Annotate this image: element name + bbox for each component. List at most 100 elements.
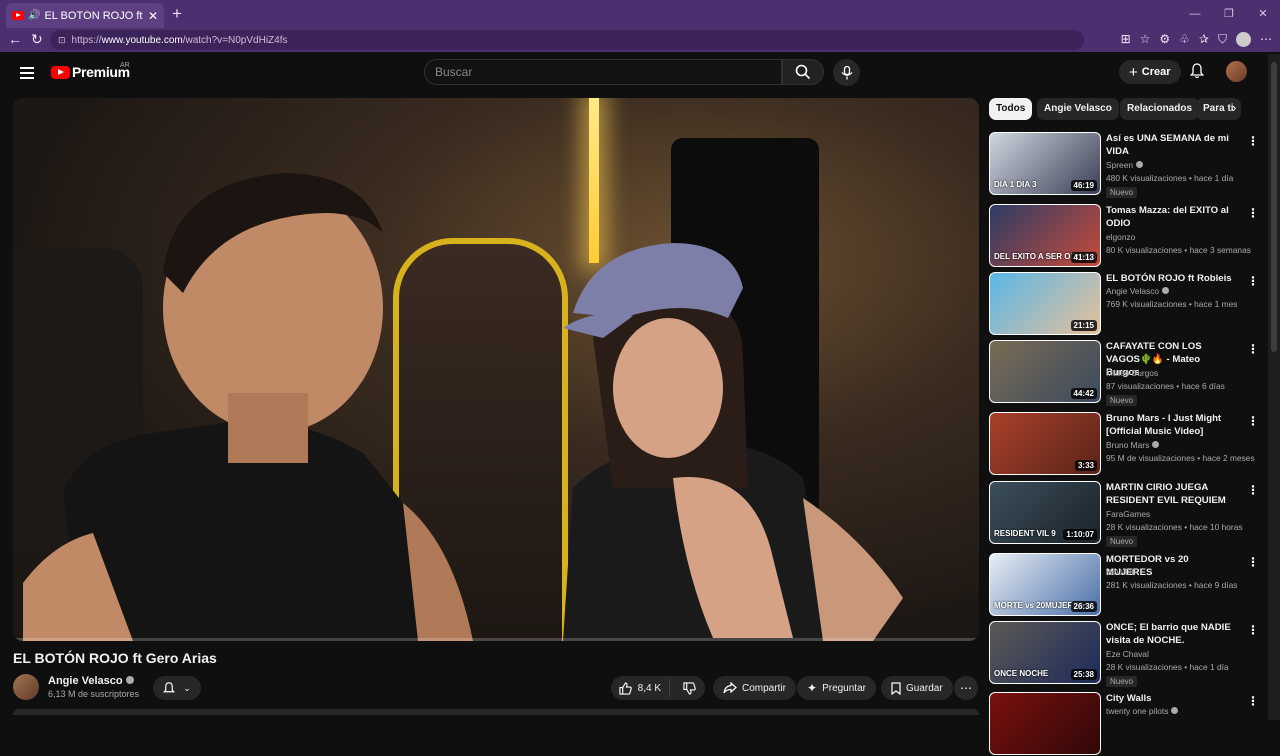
- channel-name[interactable]: Angie Velasco: [48, 675, 134, 687]
- video-duration: 25:38: [1070, 669, 1097, 680]
- extensions-icon[interactable]: ⚙: [1159, 32, 1170, 47]
- recommendation-channel[interactable]: elgonzo: [1106, 232, 1135, 242]
- recommendation-title[interactable]: EL BOTÓN ROJO ft Robleis: [1106, 272, 1234, 285]
- subscribed-notifications-button[interactable]: ⌄: [153, 676, 201, 700]
- recommendation-channel[interactable]: Mateo Burgos: [1106, 368, 1158, 378]
- browser-toolbar: ← ↻ ⊡ https://www.youtube.com/watch?v=N0…: [0, 28, 1280, 52]
- video-thumbnail[interactable]: 44:42: [989, 340, 1101, 403]
- video-player[interactable]: [13, 98, 979, 641]
- hamburger-menu-icon[interactable]: [20, 67, 34, 82]
- chip-channel[interactable]: Angie Velasco: [1037, 98, 1119, 120]
- profile-avatar[interactable]: [1236, 32, 1251, 47]
- reader-icon[interactable]: ⊞: [1121, 32, 1131, 47]
- restore-button[interactable]: ❐: [1212, 0, 1246, 28]
- url-path: /watch?v=N0pVdHiZ4fs: [182, 34, 288, 46]
- site-info-icon[interactable]: ⊡: [58, 35, 66, 46]
- recommendation-item[interactable]: 44:42 CAFAYATE CON LOS VAGOS🌵🔥 - Mateo Bu…: [989, 340, 1259, 406]
- copilot-icon[interactable]: ♧: [1179, 32, 1190, 47]
- minimize-button[interactable]: —: [1178, 0, 1212, 28]
- recommendation-item[interactable]: MORTE vs 20MUJERES 26:36 MORTEDOR vs 20 MU…: [989, 553, 1259, 617]
- like-button[interactable]: 8,4 K: [611, 679, 670, 697]
- recommendation-item[interactable]: City Walls twenty one pilots ⋮: [989, 692, 1259, 756]
- recommendation-item[interactable]: DEL EXITO A SER ODIADO 41:13 Tomas Mazza: …: [989, 204, 1259, 268]
- recommendation-item[interactable]: 21:15 EL BOTÓN ROJO ft Robleis Angie Velas…: [989, 272, 1259, 336]
- recommendation-channel-name: Angie Velasco: [1106, 286, 1160, 296]
- search-button[interactable]: [782, 59, 824, 85]
- ask-button[interactable]: ✦ Preguntar: [797, 676, 876, 700]
- channel-avatar[interactable]: [13, 674, 39, 700]
- back-icon[interactable]: ←: [8, 31, 22, 47]
- more-actions-button[interactable]: ⋯: [954, 676, 978, 700]
- more-vertical-icon[interactable]: ⋮: [1247, 134, 1259, 148]
- video-thumbnail[interactable]: 21:15: [989, 272, 1101, 335]
- notifications-bell-icon[interactable]: [1189, 63, 1205, 84]
- video-thumbnail[interactable]: 3:33: [989, 412, 1101, 475]
- video-thumbnail[interactable]: [989, 692, 1101, 755]
- more-vertical-icon[interactable]: ⋮: [1247, 206, 1259, 220]
- recommendation-title[interactable]: Tomas Mazza: del EXITO al ODIO: [1106, 204, 1234, 230]
- share-button[interactable]: Compartir: [713, 676, 796, 700]
- description-box-edge[interactable]: [13, 709, 979, 715]
- recommendation-title[interactable]: MARTIN CIRIO JUEGA RESIDENT EVIL REQUIEM: [1106, 481, 1234, 507]
- favorite-star-icon[interactable]: ☆: [1140, 32, 1151, 47]
- video-thumbnail[interactable]: RESIDENT VIL 9 1:10:07: [989, 481, 1101, 544]
- more-vertical-icon[interactable]: ⋮: [1247, 342, 1259, 356]
- chip-todos[interactable]: Todos: [989, 98, 1033, 120]
- recommendation-channel[interactable]: WANDII: [1106, 567, 1136, 577]
- youtube-page: Premium AR Buscar + Crear EL BOTÓN ROJO …: [4, 54, 1268, 755]
- address-bar[interactable]: ⊡ https://www.youtube.com/watch?v=N0pVdH…: [50, 30, 1084, 50]
- create-button[interactable]: + Crear: [1119, 60, 1181, 84]
- recommendation-title[interactable]: ONCE; El barrio que NADIE visita de NOCH…: [1106, 621, 1234, 647]
- voice-search-button[interactable]: [833, 59, 860, 86]
- plus-icon: +: [1129, 63, 1138, 81]
- close-tab-icon[interactable]: ✕: [148, 9, 158, 23]
- url-scheme: https://: [71, 34, 102, 46]
- more-vertical-icon[interactable]: ⋮: [1247, 694, 1259, 708]
- video-thumbnail[interactable]: ONCE NOCHE 25:38: [989, 621, 1101, 684]
- scrollbar-thumb[interactable]: [1271, 62, 1277, 352]
- youtube-premium-logo[interactable]: Premium AR: [51, 62, 130, 80]
- bell-icon: [163, 681, 176, 692]
- recommendation-channel[interactable]: FaraGames: [1106, 509, 1150, 519]
- more-vertical-icon[interactable]: ⋮: [1247, 483, 1259, 497]
- filter-chips: Todos Angie Velasco Relacionados Para ti: [989, 98, 1257, 120]
- recommendation-item[interactable]: ONCE NOCHE 25:38 ONCE; El barrio que NADIE…: [989, 621, 1259, 687]
- search-input[interactable]: Buscar: [424, 59, 782, 85]
- dislike-button[interactable]: [675, 681, 705, 695]
- more-vertical-icon[interactable]: ⋮: [1247, 414, 1259, 428]
- video-progress-bar[interactable]: [13, 638, 979, 641]
- new-tab-button[interactable]: +: [172, 4, 182, 24]
- recommendation-channel[interactable]: Eze Chaval: [1106, 649, 1149, 659]
- chip-related[interactable]: Relacionados: [1120, 98, 1200, 120]
- menu-dots-icon[interactable]: ⋯: [1260, 32, 1272, 47]
- reload-icon[interactable]: ↻: [31, 31, 43, 48]
- recommendation-channel[interactable]: Bruno Mars: [1106, 440, 1160, 450]
- video-thumbnail[interactable]: DEL EXITO A SER ODIADO 41:13: [989, 204, 1101, 267]
- more-vertical-icon[interactable]: ⋮: [1247, 274, 1259, 288]
- recommendation-title[interactable]: Bruno Mars - I Just Might [Official Musi…: [1106, 412, 1234, 438]
- more-vertical-icon[interactable]: ⋮: [1247, 555, 1259, 569]
- video-thumbnail[interactable]: MORTE vs 20MUJERES 26:36: [989, 553, 1101, 616]
- recommendation-channel[interactable]: twenty one pilots: [1106, 706, 1179, 716]
- browser-tab[interactable]: 🔊 EL BOTÓN ROJO ft Gero Arias ✕: [6, 3, 164, 28]
- page-scrollbar[interactable]: [1268, 54, 1280, 720]
- recommendation-item[interactable]: DIA 1 DIA 3 46:19 Así es UNA SEMANA de mi …: [989, 132, 1259, 198]
- recommendation-channel[interactable]: Angie Velasco: [1106, 286, 1170, 296]
- favorites-icon[interactable]: ✰: [1199, 32, 1209, 47]
- man-figure: [23, 173, 473, 641]
- chip-next-arrow-icon[interactable]: ›: [1232, 100, 1236, 115]
- account-avatar[interactable]: [1226, 61, 1247, 82]
- recommendation-title[interactable]: City Walls: [1106, 692, 1234, 705]
- verified-icon: [1136, 161, 1144, 168]
- microphone-icon: [841, 65, 852, 79]
- recommendation-title[interactable]: Así es UNA SEMANA de mi VIDA: [1106, 132, 1234, 158]
- save-button[interactable]: Guardar: [881, 676, 953, 700]
- video-thumbnail[interactable]: DIA 1 DIA 3 46:19: [989, 132, 1101, 195]
- recommendation-channel[interactable]: Spreen: [1106, 160, 1144, 170]
- recommendation-item[interactable]: RESIDENT VIL 9 1:10:07 MARTIN CIRIO JUEGA …: [989, 481, 1259, 547]
- speaker-icon[interactable]: 🔊: [28, 10, 40, 21]
- shield-icon[interactable]: ⛉: [1218, 32, 1227, 47]
- recommendation-item[interactable]: 3:33 Bruno Mars - I Just Might [Official …: [989, 412, 1259, 476]
- more-vertical-icon[interactable]: ⋮: [1247, 623, 1259, 637]
- close-window-button[interactable]: ✕: [1246, 0, 1280, 28]
